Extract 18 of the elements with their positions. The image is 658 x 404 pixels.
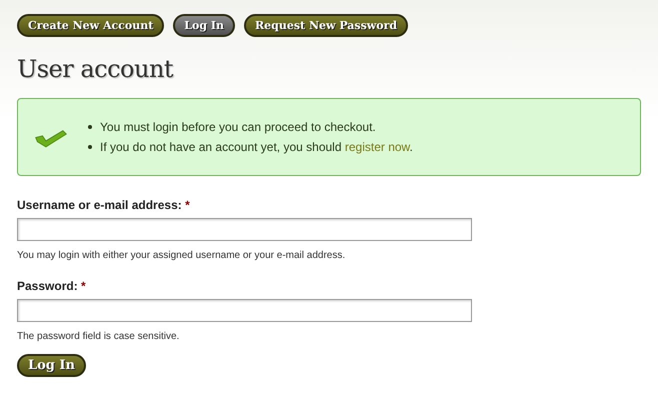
tab[interactable]: Create New Account <box>17 14 164 37</box>
page-title: User account <box>17 55 174 83</box>
bullet-icon <box>88 145 92 149</box>
tab[interactable]: Request New Password <box>244 14 408 37</box>
field-description: The password field is case sensitive. <box>17 331 180 342</box>
required-mark: * <box>81 279 86 293</box>
input-field[interactable] <box>17 218 472 241</box>
register-link[interactable]: register now <box>344 140 410 154</box>
field-label: Username or e-mail address: <box>17 198 182 212</box>
bullet-icon <box>88 125 92 129</box>
required-mark: * <box>185 198 190 212</box>
message-text: You must login before you can proceed to checkout. <box>100 119 376 136</box>
field-label: Password: <box>17 279 78 293</box>
login-button[interactable]: Log In <box>17 354 86 377</box>
input-field[interactable] <box>17 299 472 322</box>
field-description: You may login with either your assigned username or your e-mail address. <box>17 250 346 261</box>
tab[interactable]: Log In <box>173 14 236 37</box>
message-text: If you do not have an account yet, you should register now. <box>100 139 413 156</box>
